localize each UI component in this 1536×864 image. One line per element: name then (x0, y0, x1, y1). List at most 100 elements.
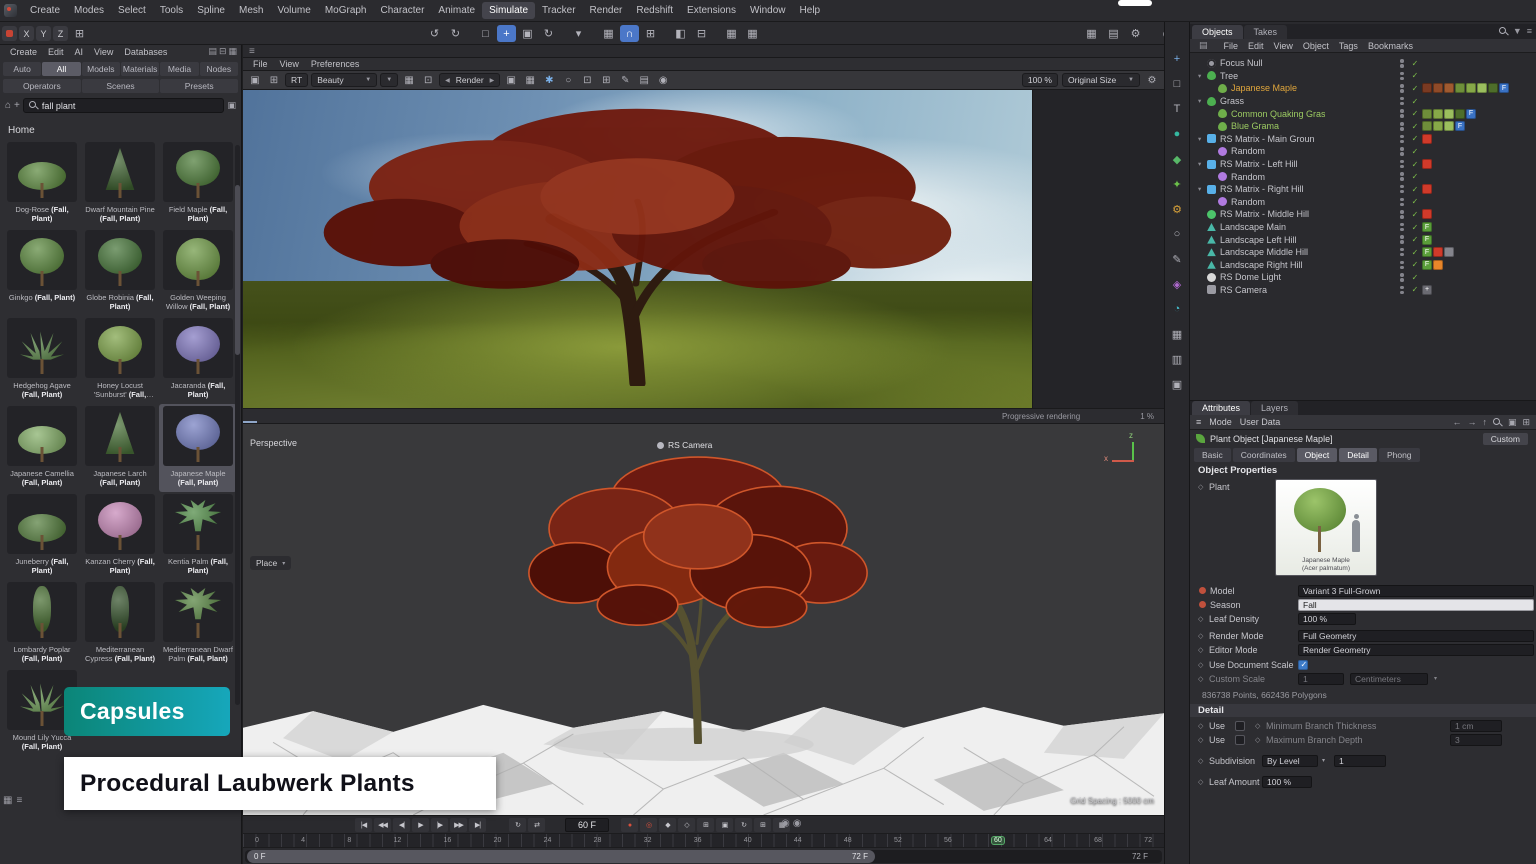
frame-tick[interactable]: 64 (1042, 837, 1054, 844)
object-tree-row[interactable]: Random ✓ (1190, 170, 1536, 183)
om-menu-item[interactable]: Edit (1243, 40, 1269, 52)
timeline-ruler[interactable]: 04812162024283236404448525660646872 (243, 833, 1164, 848)
key-rotation-icon[interactable]: ⊞ (697, 818, 714, 832)
asset-item[interactable]: Juneberry (Fall, Plant) (3, 492, 81, 580)
zoom-field[interactable]: 100 % (1022, 73, 1058, 87)
gear-icon[interactable]: ⚙ (1144, 73, 1160, 87)
asset-item[interactable]: Japanese Larch (Fall, Plant) (81, 404, 159, 492)
grid-view-icon[interactable]: ▦ (228, 46, 237, 57)
object-name[interactable]: RS Dome Light (1220, 272, 1281, 282)
menu-item[interactable]: Redshift (629, 2, 680, 19)
tag-chip-icon[interactable] (1433, 83, 1443, 93)
custom-button[interactable]: Custom (1483, 433, 1528, 445)
next-key-icon[interactable]: ▶▶ (450, 818, 467, 832)
enabled-check-icon[interactable]: ✓ (1408, 185, 1422, 194)
render-mode-dropdown[interactable]: Full Geometry (1298, 630, 1534, 642)
grid-snap-icon[interactable]: ⊞ (641, 25, 660, 42)
home-icon[interactable]: ⌂ (5, 100, 11, 111)
object-tree-row[interactable]: Random ✓ (1190, 145, 1536, 158)
object-name[interactable]: Blue Grama (1231, 121, 1279, 131)
enabled-check-icon[interactable]: ✓ (1408, 235, 1422, 244)
object-tree-row[interactable]: Focus Null ✓ (1190, 57, 1536, 70)
asset-item[interactable]: Lombardy Poplar (Fall, Plant) (3, 580, 81, 668)
frame-tick[interactable]: 12 (391, 837, 403, 844)
range-slider[interactable]: 0 F 72 F (247, 850, 875, 863)
up-icon[interactable]: ↑ (1482, 417, 1487, 427)
subdivision-dropdown[interactable]: By Level (1262, 755, 1318, 767)
enabled-check-icon[interactable]: ✓ (1408, 210, 1422, 219)
bucket-icon[interactable]: ▤ (636, 73, 652, 87)
snapshot-icon[interactable]: ▣ (247, 73, 263, 87)
visibility-dots[interactable] (1396, 172, 1408, 181)
om-menu-item[interactable]: Tags (1334, 40, 1363, 52)
attr-grid-icon[interactable]: ⊞ (1522, 417, 1530, 428)
object-name[interactable]: RS Matrix - Middle Hill (1220, 209, 1309, 219)
manager-tab[interactable]: Takes (1244, 25, 1288, 39)
visibility-dots[interactable] (1396, 210, 1408, 219)
visibility-dots[interactable] (1396, 235, 1408, 244)
previous-frame-icon[interactable]: ◀| (393, 818, 410, 832)
range-track[interactable]: 0 F 72 F 72 F (245, 850, 1162, 863)
attribute-tab[interactable]: Basic (1194, 448, 1231, 462)
object-tree-row[interactable]: Random ✓ (1190, 196, 1536, 209)
use1-checkbox[interactable] (1235, 721, 1245, 731)
axis-x-button[interactable]: X (19, 26, 34, 41)
visibility-dots[interactable] (1396, 185, 1408, 194)
mograph-icon[interactable]: ◈ (1167, 275, 1187, 293)
expand-arrow-icon[interactable]: ▾ (1198, 72, 1207, 80)
asset-tab[interactable]: Media (160, 62, 198, 76)
om-filter-icon[interactable]: ▼ (1513, 26, 1522, 36)
key-position-icon[interactable]: ◆ (659, 818, 676, 832)
object-name[interactable]: RS Camera (1220, 285, 1267, 295)
stack-icon[interactable]: ▦ (1167, 325, 1187, 343)
ring-icon[interactable]: ○ (1167, 225, 1187, 243)
object-tree-row[interactable]: RS Camera ✓ + (1190, 284, 1536, 297)
asset-item[interactable]: Globe Robinia (Fall, Plant) (81, 228, 159, 316)
render-picture-viewer-icon[interactable]: ▤ (1104, 25, 1123, 42)
axis-z-button[interactable]: Z (53, 26, 68, 41)
navigation-icon[interactable]: + (1167, 50, 1187, 68)
tag-chip-icon[interactable] (1444, 109, 1454, 119)
menu-item[interactable]: MoGraph (318, 2, 374, 19)
marquee-icon[interactable]: ⊡ (579, 73, 595, 87)
tag-chips[interactable]: + (1422, 285, 1432, 295)
enabled-check-icon[interactable]: ✓ (1408, 285, 1422, 294)
object-name[interactable]: RS Matrix - Right Hill (1220, 184, 1304, 194)
toolbar-icon[interactable] (662, 25, 669, 42)
enabled-check-icon[interactable]: ✓ (1408, 59, 1422, 68)
tag-chip-icon[interactable]: F (1422, 247, 1432, 257)
om-layout-icon[interactable]: ▤ (1194, 39, 1213, 52)
use-doc-scale-checkbox[interactable] (1298, 660, 1308, 670)
scale-tool-icon[interactable]: ▣ (518, 25, 537, 42)
om-menu-item[interactable]: File (1219, 40, 1244, 52)
tag-chips[interactable] (1422, 134, 1432, 144)
enabled-check-icon[interactable]: ✓ (1408, 172, 1422, 181)
leaf-amount-field[interactable]: 100 % (1262, 776, 1312, 788)
list-view-icon[interactable]: ≡ (16, 795, 22, 806)
asset-menu-item[interactable]: Databases (119, 46, 172, 58)
tag-chip-icon[interactable]: F (1466, 109, 1476, 119)
expand-arrow-icon[interactable]: ▾ (1198, 160, 1207, 168)
visibility-dots[interactable] (1396, 122, 1408, 131)
leaf-density-field[interactable]: 100 % (1298, 613, 1356, 625)
asset-item[interactable]: Dwarf Mountain Pine (Fall, Plant) (81, 140, 159, 228)
key-pla-icon[interactable]: ↻ (735, 818, 752, 832)
ipr-icon[interactable]: ◉ (655, 73, 671, 87)
tag-chip-icon[interactable]: F (1455, 121, 1465, 131)
season-dropdown[interactable]: Fall (1298, 599, 1534, 611)
user-data-button[interactable]: User Data (1240, 417, 1281, 427)
frame-tick[interactable]: 60 (992, 837, 1004, 844)
asset-tab[interactable]: Nodes (200, 62, 238, 76)
asset-menu-item[interactable]: AI (70, 46, 89, 58)
asset-item[interactable]: Kanzan Cherry (Fall, Plant) (81, 492, 159, 580)
object-name[interactable]: Landscape Left Hill (1220, 235, 1297, 245)
maple-tree-viewport[interactable] (438, 442, 958, 744)
camera-label[interactable]: RS Camera (657, 440, 712, 450)
enabled-check-icon[interactable]: ✓ (1408, 273, 1422, 282)
object-tree-row[interactable]: ▾ Tree ✓ (1190, 70, 1536, 83)
simulate-cache-icon[interactable]: ▦ (722, 25, 741, 42)
tag-chip-icon[interactable] (1444, 247, 1454, 257)
asset-item[interactable]: Kentia Palm (Fall, Plant) (159, 492, 237, 580)
edit-icon[interactable]: ▣ (1167, 375, 1187, 393)
axis-y-button[interactable]: Y (36, 26, 51, 41)
